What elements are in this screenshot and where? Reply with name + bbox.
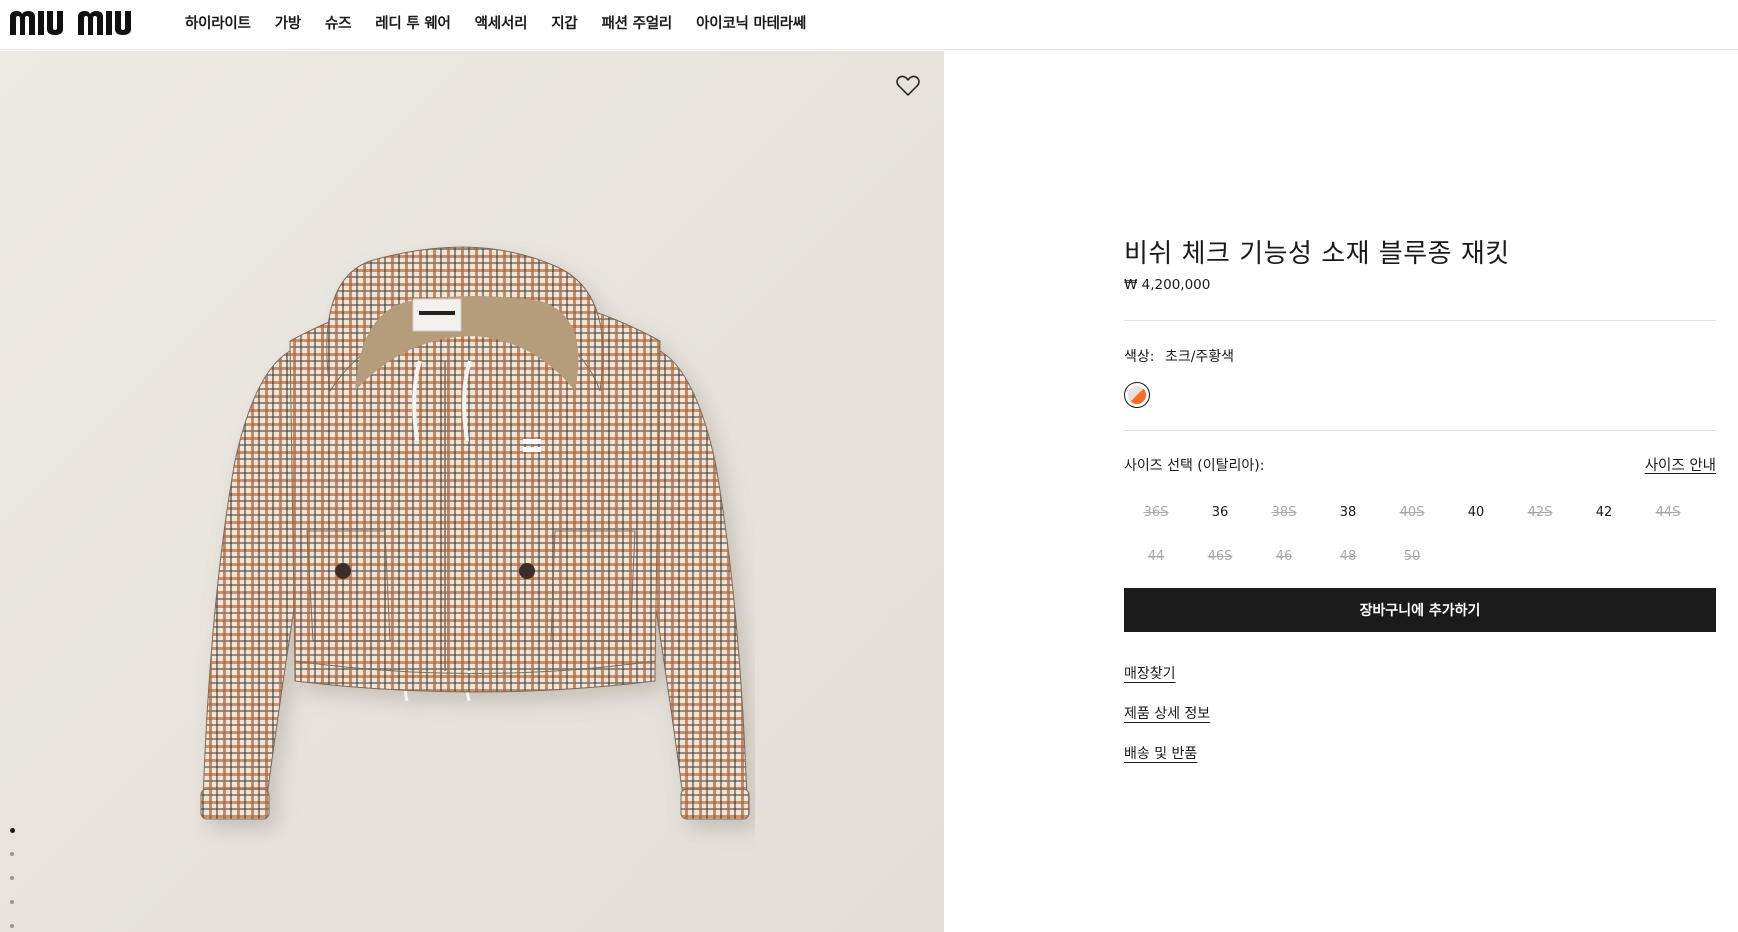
size-option[interactable]: 38: [1316, 490, 1380, 534]
product-price: ₩ 4,200,000: [1124, 277, 1211, 293]
size-option[interactable]: 38S: [1252, 490, 1316, 534]
nav-wallets[interactable]: 지갑: [551, 12, 577, 33]
size-label: 사이즈 선택 (이탈리아):: [1124, 458, 1265, 474]
miu-miu-logo[interactable]: [10, 9, 160, 35]
nav-highlights[interactable]: 하이라이트: [185, 12, 251, 33]
color-value: 초크/주황색: [1164, 349, 1235, 365]
size-option[interactable]: 40S: [1380, 490, 1444, 534]
heart-icon[interactable]: [895, 74, 921, 98]
divider: [1124, 430, 1716, 431]
gallery-dot[interactable]: [6, 891, 20, 915]
size-option[interactable]: 42: [1572, 490, 1636, 534]
size-options: 36S 36 38S 38 40S 40 42S 42 44S 44 46S 46 48 50: [1124, 490, 1716, 578]
gallery-dot[interactable]: [6, 915, 20, 932]
size-guide-link[interactable]: 사이즈 안내: [1645, 454, 1716, 475]
size-option[interactable]: 44S: [1636, 490, 1700, 534]
nav-bags[interactable]: 가방: [275, 12, 301, 33]
product-details-link[interactable]: 제품 상세 정보: [1124, 703, 1210, 723]
nav-shoes[interactable]: 슈즈: [325, 12, 351, 33]
nav-iconic-matelasse[interactable]: 아이코닉 마테라쎄: [696, 12, 806, 33]
shipping-returns-link[interactable]: 배송 및 반품: [1124, 743, 1197, 763]
gallery-dot[interactable]: [6, 843, 20, 867]
size-option[interactable]: 48: [1316, 534, 1380, 578]
size-option[interactable]: 42S: [1508, 490, 1572, 534]
main-nav: 하이라이트 가방 슈즈 레디 투 웨어 액세서리 지갑 패션 주얼리 아이코닉 …: [185, 0, 830, 44]
store-locator-link[interactable]: 매장찾기: [1124, 663, 1176, 683]
gallery-dot[interactable]: [6, 819, 20, 843]
product-image: [200, 246, 750, 820]
nav-fashion-jewelry[interactable]: 패션 주얼리: [602, 12, 673, 33]
product-title: 비쉬 체크 기능성 소재 블루종 재킷: [1124, 239, 1510, 269]
size-option[interactable]: 46: [1252, 534, 1316, 578]
top-header: 하이라이트 가방 슈즈 레디 투 웨어 액세서리 지갑 패션 주얼리 아이코닉 …: [0, 0, 1738, 50]
nav-ready-to-wear[interactable]: 레디 투 웨어: [375, 12, 451, 33]
nav-accessories[interactable]: 액세서리: [475, 12, 528, 33]
size-option[interactable]: 50: [1380, 534, 1444, 578]
color-swatch-fill: [1128, 386, 1146, 404]
size-option[interactable]: 40: [1444, 490, 1508, 534]
size-option[interactable]: 36: [1188, 490, 1252, 534]
color-label: 색상: 초크/주황색: [1124, 346, 1234, 366]
gallery-dot[interactable]: [6, 867, 20, 891]
size-option[interactable]: 46S: [1188, 534, 1252, 578]
color-swatch[interactable]: [1124, 382, 1150, 408]
add-to-cart-button[interactable]: 장바구니에 추가하기: [1124, 588, 1716, 632]
color-label-text: 색상:: [1124, 349, 1155, 365]
divider: [1124, 320, 1716, 321]
size-option[interactable]: 36S: [1124, 490, 1188, 534]
size-option[interactable]: 44: [1124, 534, 1188, 578]
gallery-pagination: [6, 819, 20, 932]
product-gallery[interactable]: [0, 51, 944, 932]
